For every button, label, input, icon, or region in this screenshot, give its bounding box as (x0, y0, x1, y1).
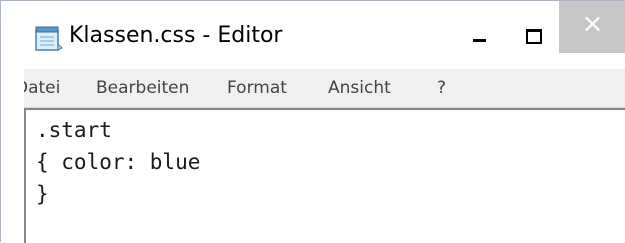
maximize-icon (526, 29, 542, 44)
menu-item-format[interactable]: Format (227, 77, 287, 99)
menu-item-ansicht[interactable]: Ansicht (328, 77, 391, 99)
code-line-3: } (36, 182, 49, 206)
maximize-button[interactable] (506, 17, 556, 57)
notepad-window: Klassen.css - Editor × Datei Bearbeiten … (0, 0, 625, 243)
close-button[interactable]: × (559, 1, 625, 53)
window-title: Klassen.css - Editor (69, 23, 283, 48)
code-line-2: { color: blue (36, 150, 201, 174)
window-frame-left (1, 69, 24, 243)
title-bar[interactable]: Klassen.css - Editor × (1, 1, 625, 69)
minimize-icon (473, 39, 486, 42)
code-line-1: .start (36, 118, 112, 142)
menu-bar: Datei Bearbeiten Format Ansicht ? (1, 69, 625, 108)
notepad-icon[interactable] (33, 26, 63, 52)
text-editor-area[interactable]: .start { color: blue } (24, 108, 625, 243)
menu-item-help[interactable]: ? (437, 77, 446, 99)
menu-item-bearbeiten[interactable]: Bearbeiten (96, 77, 189, 99)
minimize-button[interactable] (455, 17, 505, 57)
close-icon: × (581, 9, 604, 39)
